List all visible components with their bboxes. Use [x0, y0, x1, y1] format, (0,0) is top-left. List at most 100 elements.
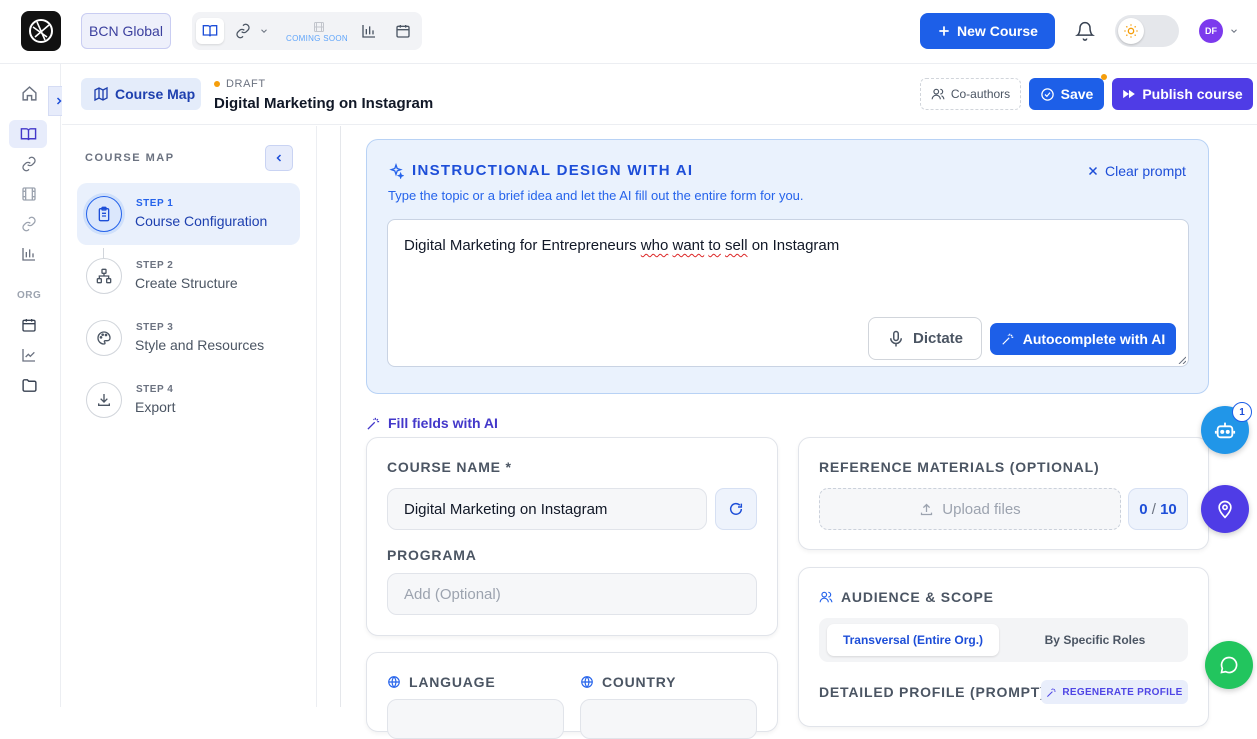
files-max: 10: [1160, 500, 1177, 518]
save-label: Save: [1060, 86, 1094, 102]
ai-panel-subtitle: Type the topic or a brief idea and let t…: [388, 188, 804, 203]
audience-label: AUDIENCE & SCOPE: [841, 589, 994, 605]
content-divider: [340, 126, 341, 707]
save-button[interactable]: Save: [1029, 78, 1104, 110]
refresh-icon: [729, 502, 743, 515]
dictate-label: Dictate: [912, 330, 964, 347]
book-open-icon: [20, 127, 36, 140]
map-icon: [94, 86, 108, 102]
fill-fields-ai-link[interactable]: Fill fields with AI: [366, 415, 498, 431]
magic-wand-icon: [1002, 333, 1013, 345]
rail-links[interactable]: [19, 154, 39, 174]
chevron-down-icon: [261, 29, 267, 33]
tour-fab[interactable]: [1201, 485, 1249, 533]
sitemap-icon: [96, 268, 112, 284]
sparkles-icon: [389, 162, 404, 179]
clear-prompt-label: Clear prompt: [1105, 163, 1186, 179]
country-label: COUNTRY: [602, 674, 677, 690]
detailed-profile-label: DETAILED PROFILE (PROMPT): [819, 684, 1046, 700]
fill-fields-label: Fill fields with AI: [388, 415, 498, 431]
regenerate-name-button[interactable]: [715, 488, 757, 530]
clear-prompt-button[interactable]: Clear prompt: [1087, 163, 1186, 179]
theme-toggle[interactable]: [1115, 15, 1179, 47]
step-name: Course Configuration: [135, 213, 268, 229]
users-icon: [931, 88, 945, 100]
course-name-input[interactable]: Digital Marketing on Instagram: [387, 488, 707, 530]
ai-design-panel: INSTRUCTIONAL DESIGN WITH AI Type the to…: [366, 139, 1209, 394]
step-4-indicator: [86, 382, 122, 418]
rail-reports[interactable]: [19, 345, 39, 365]
scope-transversal-option[interactable]: Transversal (Entire Org.): [827, 624, 999, 656]
locale-card: LANGUAGE COUNTRY: [366, 652, 778, 739]
user-menu-chevron[interactable]: [1229, 26, 1239, 36]
rail-courses[interactable]: [9, 120, 47, 148]
user-avatar[interactable]: DF: [1199, 19, 1223, 43]
prompt-text-part: Digital Marketing for Entrepreneurs: [404, 237, 641, 254]
app-logo[interactable]: [21, 11, 61, 51]
org-switcher-button[interactable]: BCN Global: [81, 13, 171, 49]
ai-panel-title: INSTRUCTIONAL DESIGN WITH AI: [388, 162, 693, 179]
calendar-mode-button[interactable]: [390, 18, 416, 44]
logo-mark-icon: [29, 19, 53, 43]
download-icon: [98, 394, 110, 406]
ai-prompt-textarea[interactable]: Digital Marketing for Entrepreneurs who …: [387, 219, 1189, 367]
film-mode-button[interactable]: [310, 21, 328, 33]
upload-icon: [921, 503, 933, 515]
step-style-and-resources[interactable]: STEP 3 Style and Resources: [77, 307, 300, 369]
film-icon: [22, 187, 36, 201]
rail-calendar[interactable]: [19, 315, 39, 335]
rail-links-2[interactable]: [19, 214, 39, 234]
audience-label-row: AUDIENCE & SCOPE: [819, 589, 994, 605]
coauthors-button[interactable]: Co-authors: [920, 78, 1021, 110]
step-create-structure[interactable]: STEP 2 Create Structure: [77, 245, 300, 307]
fast-forward-icon: [1123, 89, 1136, 99]
country-label-row: COUNTRY: [580, 674, 676, 690]
programa-label: PROGRAMA: [387, 547, 477, 563]
course-title: Digital Marketing on Instagram: [214, 95, 434, 112]
language-label: LANGUAGE: [409, 674, 496, 690]
notifications-button[interactable]: [1075, 21, 1095, 41]
close-icon: [1088, 166, 1098, 176]
upload-files-dropzone[interactable]: Upload files: [819, 488, 1121, 530]
step-2-indicator: [86, 258, 122, 294]
dictate-button[interactable]: Dictate: [868, 317, 982, 360]
globe-icon: [388, 676, 400, 688]
coauthors-label: Co-authors: [950, 87, 1011, 101]
magic-wand-icon: [1047, 687, 1056, 697]
users-icon: [819, 591, 833, 603]
course-map-button[interactable]: Course Map: [81, 78, 201, 110]
scope-roles-option[interactable]: By Specific Roles: [1009, 624, 1181, 656]
autocomplete-ai-button[interactable]: Autocomplete with AI: [990, 323, 1176, 355]
rail-analytics[interactable]: [19, 244, 39, 264]
country-select[interactable]: [580, 699, 757, 739]
misspelled-word: who: [640, 237, 669, 254]
regenerate-profile-button[interactable]: REGENERATE PROFILE: [1041, 680, 1188, 704]
programa-input[interactable]: Add (Optional): [387, 573, 757, 615]
resize-handle-icon[interactable]: [1178, 356, 1186, 364]
rail-folder[interactable]: [19, 375, 39, 395]
language-select[interactable]: [387, 699, 564, 739]
analytics-mode-button[interactable]: [356, 18, 382, 44]
ai-panel-title-text: INSTRUCTIONAL DESIGN WITH AI: [412, 162, 694, 179]
collapse-course-map-button[interactable]: [265, 145, 293, 171]
check-circle-icon: [1040, 87, 1054, 101]
link-icon: [236, 23, 250, 39]
step-course-configuration[interactable]: STEP 1 Course Configuration: [77, 183, 300, 245]
step-export[interactable]: STEP 4 Export: [77, 369, 300, 431]
chat-fab[interactable]: [1205, 641, 1253, 689]
publish-course-button[interactable]: Publish course: [1112, 78, 1253, 110]
rail-media[interactable]: [19, 184, 39, 204]
home-icon: [21, 85, 37, 101]
unsaved-indicator: [1101, 74, 1107, 80]
bar-chart-icon: [22, 248, 35, 261]
misspelled-word: to: [708, 237, 721, 254]
link-mode-button[interactable]: [232, 18, 272, 44]
new-course-button[interactable]: New Course: [920, 13, 1055, 49]
calendar-icon: [396, 25, 410, 38]
status-label: DRAFT: [226, 78, 266, 90]
rail-home[interactable]: [19, 83, 39, 103]
palette-icon: [97, 331, 111, 345]
book-mode-button[interactable]: [196, 18, 224, 44]
prompt-text-part: on Instagram: [747, 237, 840, 254]
step-number: STEP 1: [136, 198, 174, 209]
